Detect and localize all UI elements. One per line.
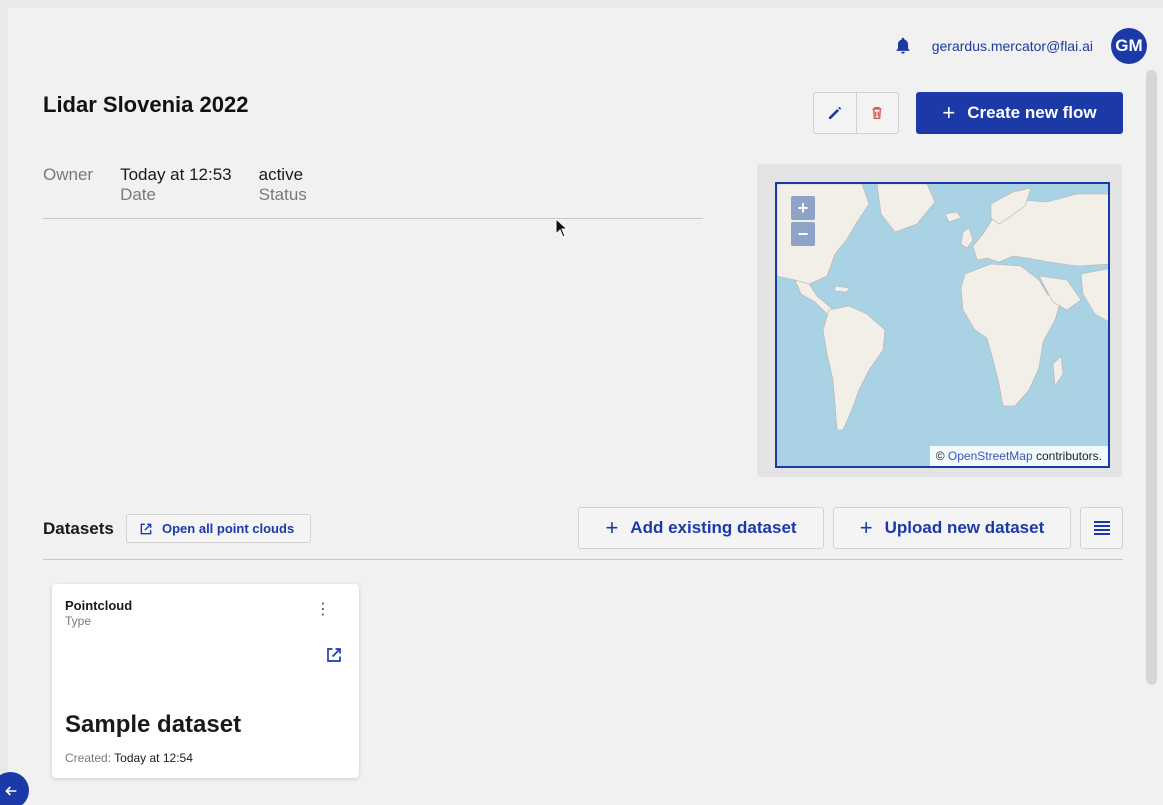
metadata-divider — [43, 218, 703, 219]
attribution-prefix: © — [935, 449, 945, 463]
dataset-type-label: Type — [65, 614, 92, 628]
upload-new-dataset-label: Upload new dataset — [884, 518, 1045, 537]
date-label: Date — [120, 185, 156, 204]
create-new-flow-button[interactable]: + Create new flow — [916, 92, 1123, 134]
external-link-icon — [140, 523, 152, 534]
owner-field: Owner — [43, 165, 93, 205]
plus-icon: + — [942, 100, 956, 125]
pencil-icon — [828, 107, 841, 119]
bell-icon[interactable] — [892, 35, 914, 57]
add-existing-dataset-button[interactable]: + Add existing dataset — [578, 507, 824, 549]
scrollbar[interactable] — [1146, 70, 1157, 805]
open-all-point-clouds-label: Open all point clouds — [162, 521, 295, 536]
add-existing-dataset-label: Add existing dataset — [630, 518, 797, 537]
created-value: Today at 12:54 — [114, 751, 193, 765]
open-dataset-button[interactable] — [325, 646, 343, 669]
list-icon — [1093, 521, 1110, 535]
trash-icon — [872, 107, 882, 119]
create-new-flow-label: Create new flow — [967, 103, 1097, 122]
zoom-in-button[interactable]: + — [791, 196, 815, 220]
scrollbar-thumb[interactable] — [1146, 70, 1157, 685]
dataset-card[interactable]: Pointcloud Type ⋮ Sample dataset Created… — [52, 584, 359, 778]
world-map — [777, 184, 1108, 431]
openstreetmap-link[interactable]: OpenStreetMap — [948, 449, 1033, 463]
zoom-out-button[interactable]: − — [791, 222, 815, 246]
top-bar: gerardus.mercator@flai.ai GM — [892, 28, 1147, 64]
dataset-created: Created: Today at 12:54 — [65, 751, 193, 765]
dataset-type: Pointcloud — [65, 598, 133, 613]
arrow-left-icon — [4, 785, 16, 796]
status-value: active — [258, 165, 304, 184]
date-value: Today at 12:53 — [120, 165, 232, 184]
edit-button[interactable] — [814, 93, 856, 133]
page-title: Lidar Slovenia 2022 — [43, 92, 249, 117]
map-attribution: © OpenStreetMap contributors. — [929, 446, 1108, 466]
mouse-cursor-icon — [555, 218, 569, 238]
map-view[interactable]: + − © OpenStreetMap contributors. — [775, 182, 1110, 468]
user-email[interactable]: gerardus.mercator@flai.ai — [932, 38, 1093, 54]
plus-icon: + — [605, 515, 619, 540]
owner-label: Owner — [43, 165, 94, 184]
dataset-name: Sample dataset — [65, 711, 242, 738]
upload-new-dataset-button[interactable]: + Upload new dataset — [833, 507, 1071, 549]
status-field: active Status — [259, 165, 307, 205]
datasets-title: Datasets — [43, 519, 114, 538]
status-label: Status — [258, 185, 307, 204]
map-panel: + − © OpenStreetMap contributors. — [757, 164, 1122, 477]
external-link-icon — [327, 648, 341, 662]
zoom-controls: + − — [791, 196, 816, 246]
project-page: gerardus.mercator@flai.ai GM Lidar Slove… — [8, 8, 1163, 805]
more-vertical-icon[interactable]: ⋮ — [315, 602, 331, 618]
project-metadata: Owner Today at 12:53 Date active Status — [43, 165, 334, 205]
project-actions — [813, 92, 899, 134]
created-label: Created: — [65, 751, 112, 765]
plus-icon: + — [859, 515, 873, 540]
datasets-divider — [43, 559, 1123, 560]
delete-button[interactable] — [855, 93, 899, 133]
open-all-point-clouds-button[interactable]: Open all point clouds — [126, 514, 311, 543]
avatar[interactable]: GM — [1111, 28, 1147, 64]
date-field: Today at 12:53 Date — [120, 165, 232, 205]
attribution-suffix: contributors. — [1035, 449, 1102, 463]
list-view-button[interactable] — [1080, 507, 1123, 549]
